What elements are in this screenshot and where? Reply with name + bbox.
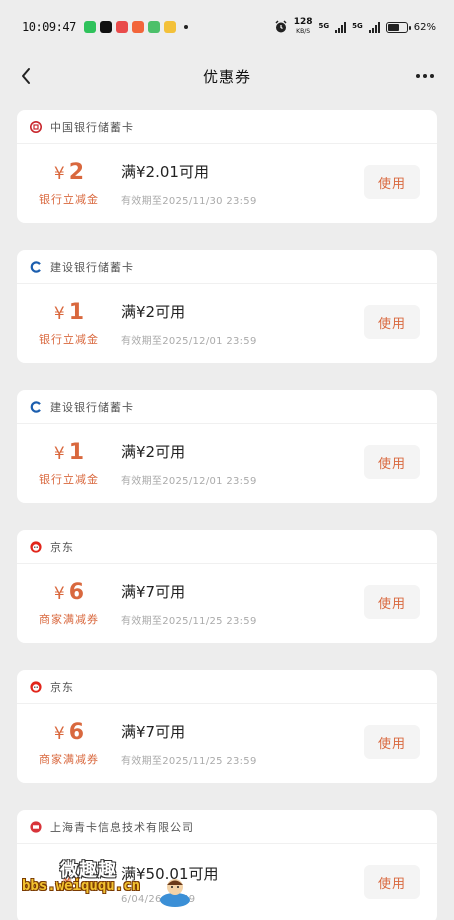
coupon-body: ¥ 满¥50.01可用 6/04/26 23:59 使用 [17,844,437,920]
currency-symbol: ¥ [53,164,65,184]
ccb-icon [30,400,42,413]
currency-symbol: ¥ [61,872,73,892]
coupon-issuer-row: 京东 [17,530,437,564]
back-button[interactable] [12,62,40,90]
page-title: 优惠券 [202,67,251,86]
coupon-issuer: 建设银行储蓄卡 [50,400,134,414]
coupon-issuer: 京东 [50,540,74,554]
status-time: 10:09:47 [22,20,76,34]
coupon-body: ¥1 银行立减金 满¥2可用 有效期至2025/12/01 23:59 使用 [17,424,437,503]
alarm-icon [275,20,287,33]
coupon-amount: ¥2 [54,160,84,187]
battery-text: 62% [413,21,436,33]
network-speed: 128 KB/S [294,18,313,36]
status-bar: 10:09:47 128 KB/S 5G 5G 62% [0,0,454,54]
network-speed-value: 128 [293,17,313,27]
coupon-type: 银行立减金 [39,473,99,486]
network-speed-unit: KB/S [296,28,311,35]
wechat-icon [83,21,96,33]
coupon-list: 中国银行储蓄卡 ¥2 银行立减金 满¥2.01可用 有效期至2025/11/30… [17,110,437,920]
more-icon [416,74,420,78]
coupon-amount-block: ¥6 商家满减券 [17,720,121,767]
signal-2-label: 5G [352,22,363,30]
use-button[interactable]: 使用 [364,305,420,339]
coupon-amount: ¥1 [54,300,84,327]
currency-symbol: ¥ [53,444,65,464]
coupon-amount-block: ¥1 银行立减金 [17,300,121,347]
signal-2-icon [368,21,380,33]
app-green-icon [147,21,160,33]
coupon-amount-value: 6 [68,720,85,745]
coupon-type: 银行立减金 [39,193,99,206]
coupon-amount: ¥ [62,868,77,895]
app-red-icon [115,21,128,33]
tiktok-icon [99,21,112,33]
coupon-card: 建设银行储蓄卡 ¥1 银行立减金 满¥2可用 有效期至2025/12/01 23… [17,390,437,503]
currency-symbol: ¥ [53,724,65,744]
currency-symbol: ¥ [53,584,65,604]
coupon-body: ¥1 银行立减金 满¥2可用 有效期至2025/12/01 23:59 使用 [17,284,437,363]
coupon-issuer: 上海青卡信息技术有限公司 [50,820,194,834]
coupon-issuer-row: 建设银行储蓄卡 [17,250,437,284]
app-yellow-icon [163,21,176,33]
coupon-issuer-row: 上海青卡信息技术有限公司 [17,810,437,844]
coupon-amount: ¥6 [54,580,84,607]
coupon-card: 中国银行储蓄卡 ¥2 银行立减金 满¥2.01可用 有效期至2025/11/30… [17,110,437,223]
coupon-issuer-row: 京东 [17,670,437,704]
use-button[interactable]: 使用 [364,865,420,899]
company-seal-icon [30,820,42,833]
jd-icon [30,540,42,553]
coupon-type: 银行立减金 [39,333,99,346]
coupon-card: 京东 ¥6 商家满减券 满¥7可用 有效期至2025/11/25 23:59 使… [17,670,437,783]
more-button[interactable] [410,62,440,90]
notification-dot-icon [183,25,188,29]
coupon-amount-block: ¥6 商家满减券 [17,580,121,627]
coupon-amount: ¥1 [54,440,84,467]
battery-icon [385,21,411,33]
coupon-amount-block: ¥1 银行立减金 [17,440,121,487]
coupon-amount: ¥6 [54,720,84,747]
coupon-amount-value: 6 [68,580,85,605]
coupon-body: ¥6 商家满减券 满¥7可用 有效期至2025/11/25 23:59 使用 [17,564,437,643]
chevron-left-icon [22,68,30,84]
coupon-card: 京东 ¥6 商家满减券 满¥7可用 有效期至2025/11/25 23:59 使… [17,530,437,643]
ccb-icon [30,260,42,273]
coupon-amount-value: 1 [68,440,85,465]
coupon-type: 商家满减券 [39,613,99,626]
coupon-card: 建设银行储蓄卡 ¥1 银行立减金 满¥2可用 有效期至2025/12/01 23… [17,250,437,363]
jd-icon [30,680,42,693]
coupon-amount-value: 1 [68,300,85,325]
coupon-card: 上海青卡信息技术有限公司 ¥ 满¥50.01可用 6/04/26 23:59 使… [17,810,437,920]
status-left: 10:09:47 [22,20,188,34]
nav-bar: 优惠券 [0,54,454,98]
use-button[interactable]: 使用 [364,585,420,619]
currency-symbol: ¥ [53,304,65,324]
coupon-amount-block: ¥ [17,868,121,899]
coupon-issuer: 建设银行储蓄卡 [50,260,134,274]
coupon-issuer: 中国银行储蓄卡 [50,120,134,134]
coupon-issuer: 京东 [50,680,74,694]
coupon-issuer-row: 建设银行储蓄卡 [17,390,437,424]
status-right: 128 KB/S 5G 5G 62% [274,18,436,36]
coupon-amount-block: ¥2 银行立减金 [17,160,121,207]
coupon-type: 商家满减券 [39,753,99,766]
coupon-issuer-row: 中国银行储蓄卡 [17,110,437,144]
use-button[interactable]: 使用 [364,165,420,199]
bank-of-china-icon [30,120,42,133]
coupon-body: ¥6 商家满减券 满¥7可用 有效期至2025/11/25 23:59 使用 [17,704,437,783]
taobao-icon [131,21,144,33]
coupon-amount-value: 2 [68,160,85,185]
signal-1-icon [335,21,347,33]
use-button[interactable]: 使用 [364,445,420,479]
use-button[interactable]: 使用 [364,725,420,759]
coupon-body: ¥2 银行立减金 满¥2.01可用 有效期至2025/11/30 23:59 使… [17,144,437,223]
battery-fill [387,23,399,31]
signal-1-label: 5G [318,22,330,30]
